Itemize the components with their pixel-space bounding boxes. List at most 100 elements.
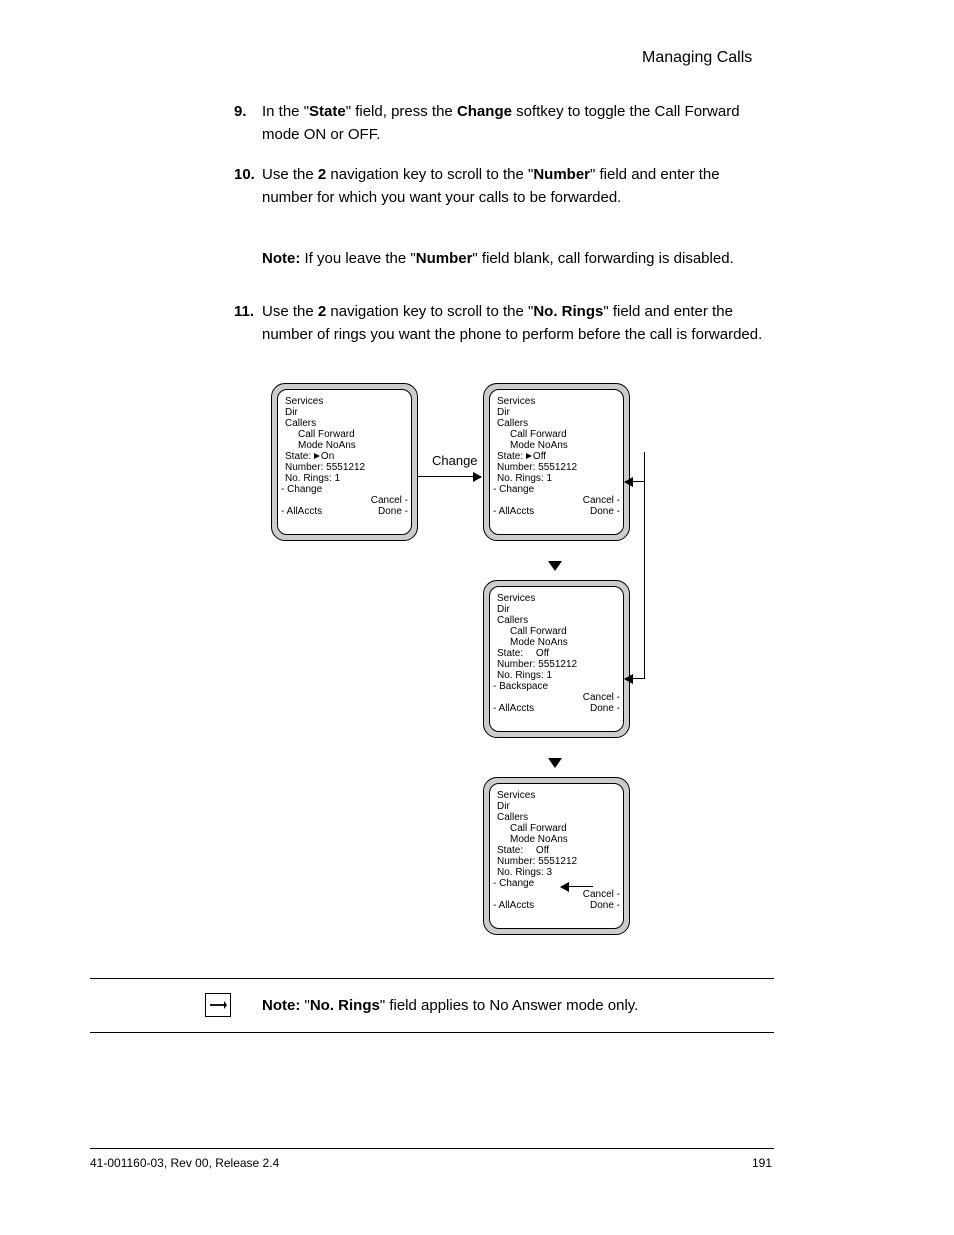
s9-bold-a: State (309, 103, 346, 120)
s2-state-val: Off (533, 451, 546, 462)
note1-bold: Number (416, 250, 473, 267)
s1-mode: Mode NoAns (278, 440, 411, 451)
s1-state-val: On (321, 451, 334, 462)
s2-r-val: 1 (546, 473, 552, 484)
s11a: Use the (262, 303, 318, 320)
s1-cancel: Cancel - (371, 495, 408, 506)
note2-b: " field applies to No Answer mode only. (380, 997, 639, 1014)
s2-cf: Call Forward (490, 429, 623, 440)
step11-label: 11. (234, 300, 254, 323)
step9-label: 9. (234, 100, 247, 123)
s1-r-val: 1 (334, 473, 340, 484)
s2-number: Number: 5551212 (490, 462, 623, 473)
s4-dir: Dir (490, 801, 623, 812)
footer-divider (90, 1148, 774, 1149)
arrow-left-icon (561, 886, 593, 887)
s3-callers: Callers (490, 615, 623, 626)
s4-state: State: Off (490, 845, 623, 856)
s4-done: Done - (590, 900, 620, 911)
page-title: Managing Calls (642, 46, 752, 71)
s1-dir: Dir (278, 407, 411, 418)
step11-text: Use the 2 navigation key to scroll to th… (262, 300, 774, 347)
s3-backspace: - Backspace (490, 681, 623, 692)
s3-state: State: Off (490, 648, 623, 659)
footer-left: 41-001160-03, Rev 00, Release 2.4 (90, 1156, 279, 1170)
pointer-icon (526, 453, 532, 459)
s3-services: Services (490, 593, 623, 604)
s1-rings: No. Rings: 1 (278, 473, 411, 484)
s4-change: - Change (490, 878, 623, 889)
arrow-left-icon (625, 481, 645, 482)
s3-allaccts: - AllAccts (493, 703, 534, 714)
s4-num-label: Number: (497, 856, 535, 867)
chevron-down-icon (548, 758, 562, 768)
s4-services: Services (490, 790, 623, 801)
s3-r-val: 1 (546, 670, 552, 681)
s3-rings: No. Rings: 1 (490, 670, 623, 681)
s1-state-label: State: (285, 451, 311, 462)
step10-text: Use the 2 navigation key to scroll to th… (262, 163, 774, 210)
change-label: Change (432, 453, 478, 468)
note2-prefix: Note: (262, 997, 305, 1014)
phone-screen-4: Services Dir Callers Call Forward Mode N… (483, 777, 630, 935)
s9a: In the " (262, 103, 309, 120)
s2-change: - Change (490, 484, 623, 495)
step10-label: 10. (234, 163, 255, 186)
s11-bold-b: No. Rings (533, 303, 603, 320)
s2-dir: Dir (490, 407, 623, 418)
note2-bold: No. Rings (310, 997, 380, 1014)
phone-screen-1: Services Dir Callers Call Forward Mode N… (271, 383, 418, 541)
arrow-right-icon (418, 476, 481, 477)
s2-r-label: No. Rings: (497, 473, 544, 484)
s3-cancel: Cancel - (583, 692, 620, 703)
s11b: navigation key to scroll to the " (326, 303, 533, 320)
s2-allaccts: - AllAccts (493, 506, 534, 517)
s1-allaccts: - AllAccts (281, 506, 322, 517)
s3-state-label: State: (497, 648, 523, 659)
footer-page-number: 191 (752, 1156, 772, 1170)
s3-cf: Call Forward (490, 626, 623, 637)
chevron-down-icon (548, 561, 562, 571)
s1-cf: Call Forward (278, 429, 411, 440)
s3-num-label: Number: (497, 659, 535, 670)
s1-num-val: 5551212 (326, 462, 365, 473)
s1-state: State: On (278, 451, 411, 462)
phone-screen-3: Services Dir Callers Call Forward Mode N… (483, 580, 630, 738)
s3-done: Done - (590, 703, 620, 714)
s2-callers: Callers (490, 418, 623, 429)
s4-r-val: 3 (546, 867, 552, 878)
pointer-icon (314, 453, 320, 459)
s3-r-label: No. Rings: (497, 670, 544, 681)
s10b: navigation key to scroll to the " (326, 166, 533, 183)
note1-a: If you leave the " (305, 250, 416, 267)
s4-num-val: 5551212 (538, 856, 577, 867)
s2-state: State: Off (490, 451, 623, 462)
s9-bold-b: Change (457, 103, 516, 120)
s3-state-val: Off (536, 648, 549, 659)
s1-services: Services (278, 396, 411, 407)
s4-allaccts: - AllAccts (493, 900, 534, 911)
s4-number: Number: 5551212 (490, 856, 623, 867)
s1-callers: Callers (278, 418, 411, 429)
s2-rings: No. Rings: 1 (490, 473, 623, 484)
divider (90, 978, 774, 979)
s4-state-label: State: (497, 845, 523, 856)
s1-change: - Change (278, 484, 411, 495)
s9b: " field, press the (346, 103, 457, 120)
s10a: Use the (262, 166, 318, 183)
arrow-left-icon (625, 678, 645, 679)
s2-done: Done - (590, 506, 620, 517)
divider (90, 1032, 774, 1033)
s1-r-label: No. Rings: (285, 473, 332, 484)
s4-cancel: Cancel - (583, 889, 620, 900)
s2-num-label: Number: (497, 462, 535, 473)
s3-num-val: 5551212 (538, 659, 577, 670)
note1-b: " field blank, call forwarding is disabl… (472, 250, 733, 267)
s4-mode: Mode NoAns (490, 834, 623, 845)
s4-rings: No. Rings: 3 (490, 867, 623, 878)
s2-mode: Mode NoAns (490, 440, 623, 451)
step9-text: In the "State" field, press the Change s… (262, 100, 774, 147)
note1-prefix: Note: (262, 250, 305, 267)
s11-bold-a: 2 (318, 303, 326, 320)
s4-callers: Callers (490, 812, 623, 823)
